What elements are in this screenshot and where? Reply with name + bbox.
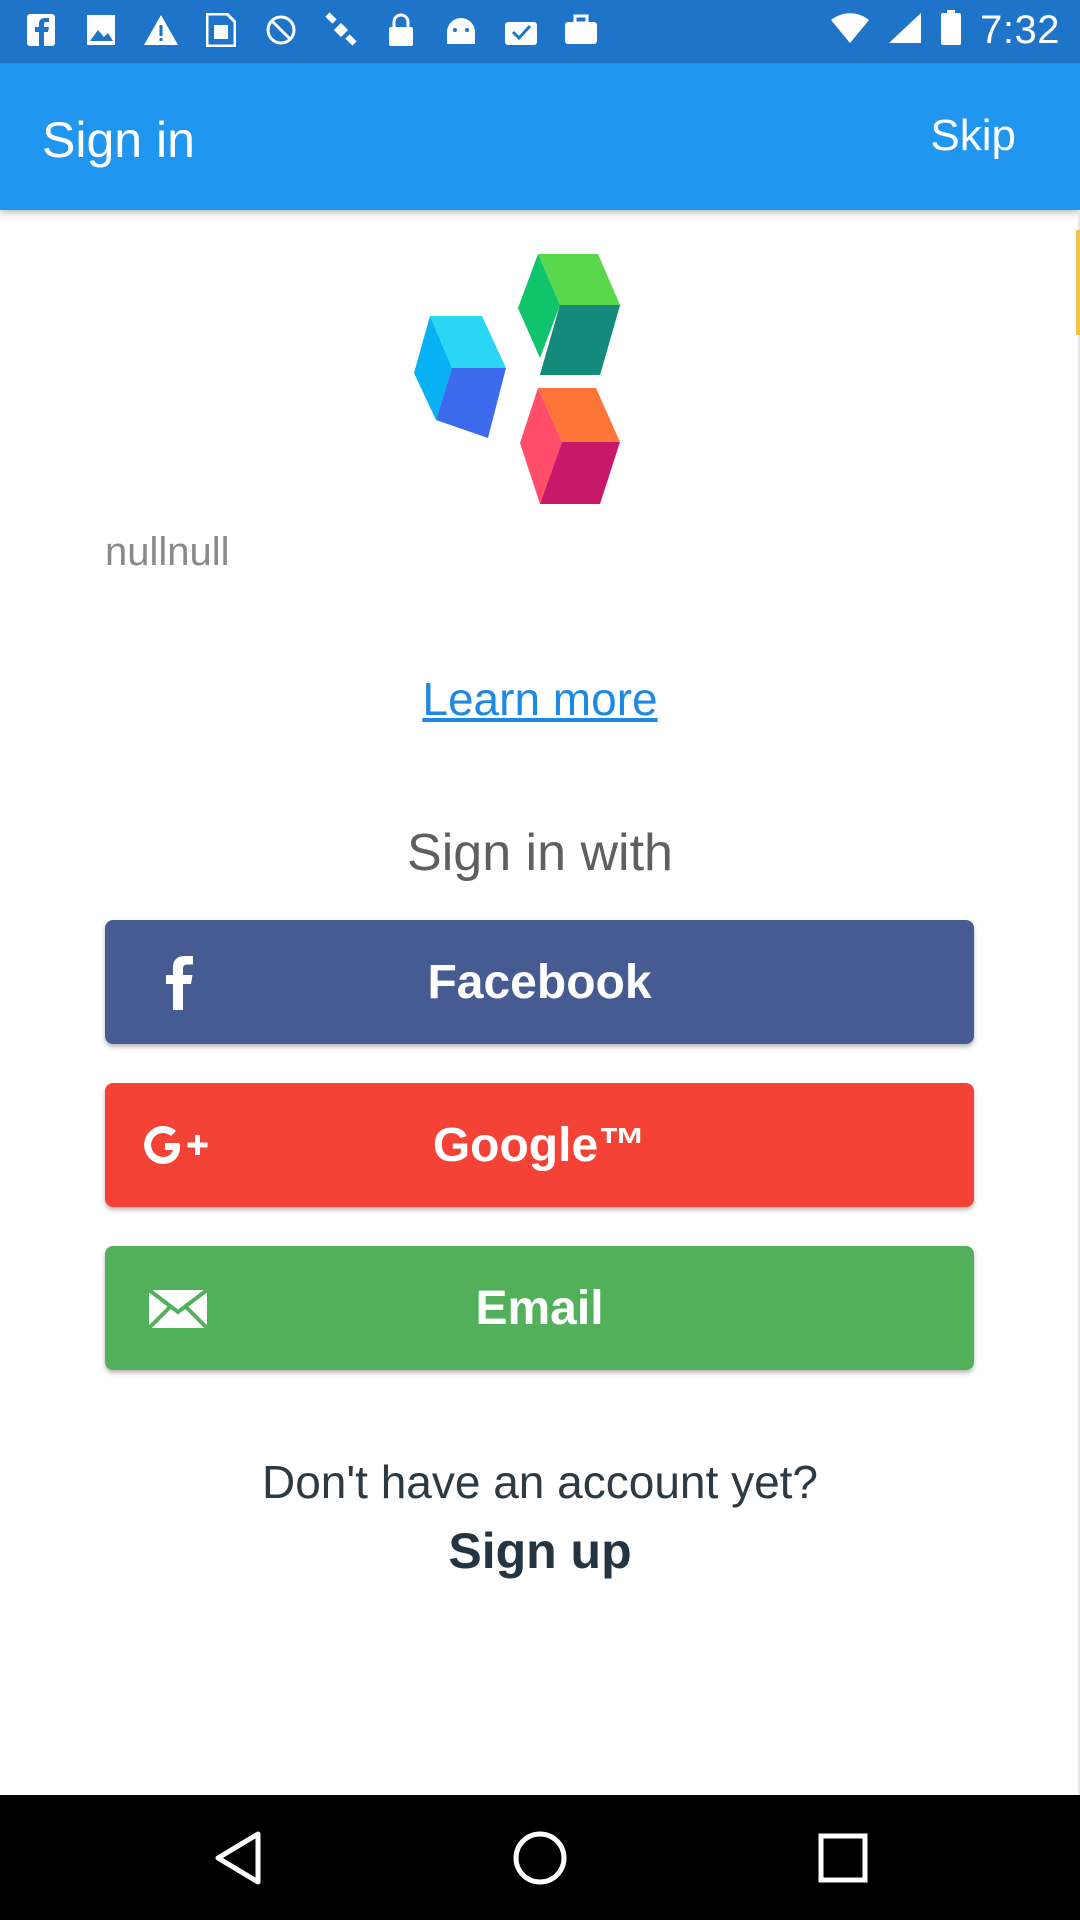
facebook-button[interactable]: Facebook [105,920,974,1044]
page-title: Sign in [42,112,195,168]
skip-button[interactable]: Skip [930,111,1016,161]
google-label: Google™ [432,1118,647,1172]
image-icon [82,10,120,50]
no-account-text: Don't have an account yet? [261,1456,819,1508]
email-button[interactable]: Email [105,1246,974,1370]
blocked-icon [262,10,300,50]
google-button[interactable]: Google™ [105,1083,974,1207]
navigation-bar [0,1795,1080,1920]
wifi-icon [830,12,870,49]
sim-icon [202,10,240,50]
recents-icon[interactable] [813,1828,873,1888]
lock-icon [382,10,420,50]
cellular-icon [888,12,922,49]
facebook-label: Facebook [427,955,652,1009]
learn-more-link[interactable]: Learn more [0,672,1080,726]
warning-icon [142,10,180,50]
satellite-icon [322,10,360,50]
sign-up-link[interactable]: Sign up [0,1522,1080,1580]
android-icon [442,10,480,50]
briefcase-icon [562,10,600,50]
notification-icons [22,10,600,50]
null-label: nullnull [105,530,230,574]
home-icon[interactable] [510,1828,570,1888]
battery-icon [940,10,962,51]
status-time: 7:32 [980,8,1060,52]
check-icon [502,10,540,50]
back-icon[interactable] [208,1828,268,1888]
scroll-indicator [1076,230,1080,335]
app-logo [414,254,620,504]
app-bar: Sign in Skip [0,63,1080,210]
email-label: Email [475,1281,604,1335]
sign-in-with-heading: Sign in with [407,824,673,882]
facebook-icon [22,10,60,50]
system-status: 7:32 [830,8,1060,53]
status-bar: 7:32 [0,0,1080,63]
